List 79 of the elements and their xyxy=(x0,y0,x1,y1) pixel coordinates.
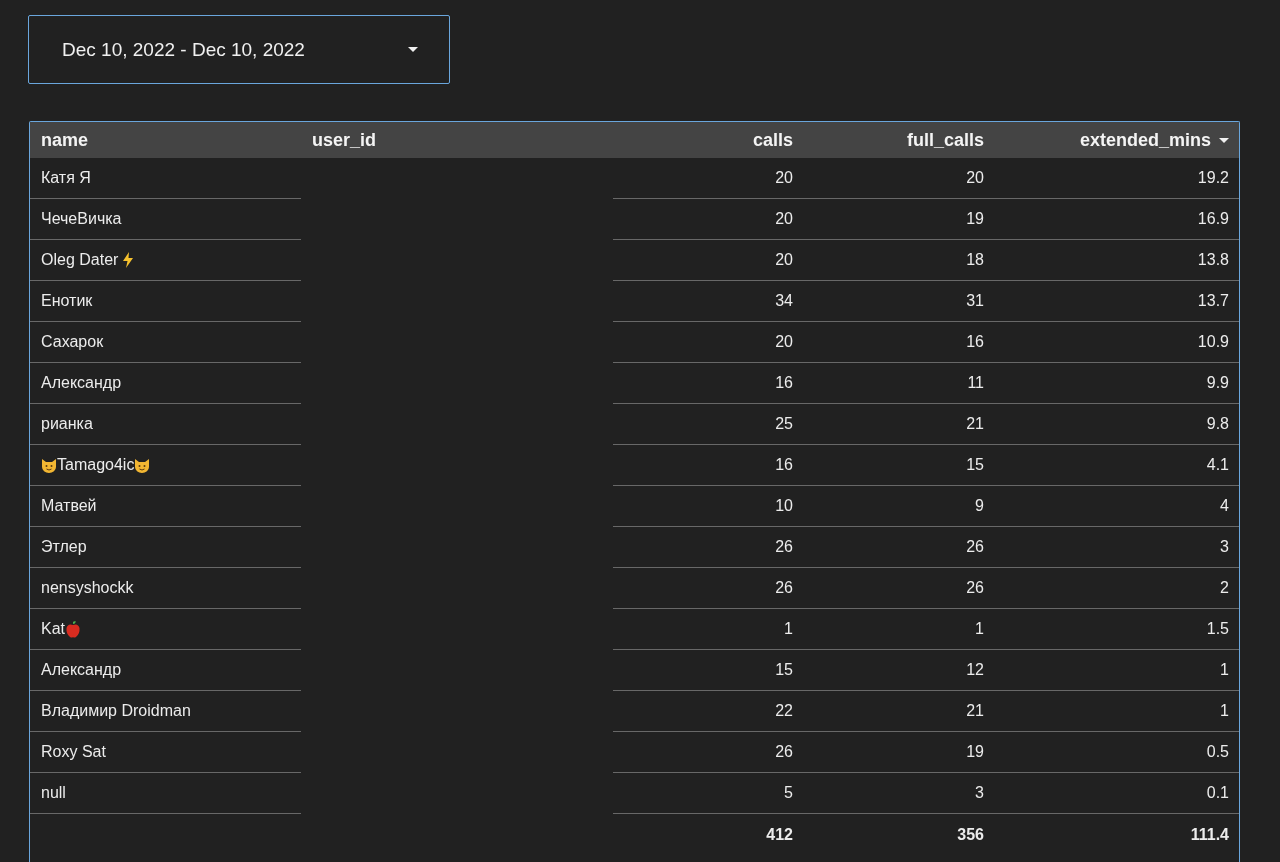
column-header[interactable]: full_calls xyxy=(906,129,984,151)
number-cell: 11 xyxy=(967,374,984,392)
number-cell: 9.9 xyxy=(1206,374,1229,392)
number-cell: 20 xyxy=(775,169,793,187)
number-cell: 1 xyxy=(1220,661,1229,679)
total-cell: 111.4 xyxy=(1190,825,1229,844)
column-header[interactable]: user_id xyxy=(312,129,377,151)
number-cell: 21 xyxy=(966,415,984,433)
name-cell: Roxy Sat xyxy=(41,743,106,761)
dropdown-caret-icon xyxy=(408,47,418,52)
number-cell: 13.8 xyxy=(1197,251,1229,269)
column-header[interactable]: name xyxy=(41,129,89,151)
number-cell: 9 xyxy=(975,497,984,515)
name-cell: Oleg Dater xyxy=(41,251,119,269)
number-cell: 1 xyxy=(784,620,793,638)
name-cell: Александр xyxy=(41,374,122,392)
number-cell: 0.1 xyxy=(1206,784,1229,802)
name-cell: Владимир Droidman xyxy=(41,702,191,720)
number-cell: 25 xyxy=(775,415,793,433)
number-cell: 1.5 xyxy=(1206,620,1229,638)
name-cell: Этлер xyxy=(41,538,87,556)
number-cell: 19 xyxy=(966,210,984,228)
number-cell: 12 xyxy=(966,661,984,679)
number-cell: 20 xyxy=(775,210,793,228)
number-cell: 26 xyxy=(966,538,984,556)
number-cell: 18 xyxy=(966,251,984,269)
total-cell: 356 xyxy=(957,825,984,844)
number-cell: 16 xyxy=(966,333,984,351)
number-cell: 31 xyxy=(966,292,984,310)
number-cell: 13.7 xyxy=(1197,292,1229,310)
name-cell: Александр xyxy=(41,661,122,679)
number-cell: 20 xyxy=(775,333,793,351)
total-cell: 412 xyxy=(766,825,793,844)
number-cell: 26 xyxy=(775,538,793,556)
number-cell: 3 xyxy=(1220,538,1229,556)
number-cell: 19.2 xyxy=(1197,169,1229,187)
number-cell: 10 xyxy=(775,497,793,515)
number-cell: 3 xyxy=(975,784,984,802)
number-cell: 15 xyxy=(966,456,984,474)
name-cell: Катя Я xyxy=(41,169,91,187)
cat-face-icon xyxy=(41,457,57,473)
number-cell: 9.8 xyxy=(1206,415,1229,433)
number-cell: 26 xyxy=(966,579,984,597)
name-cell: Kat xyxy=(41,620,65,638)
name-cell: Матвей xyxy=(41,497,97,515)
lightning-bolt-icon xyxy=(122,252,135,268)
number-cell: 16 xyxy=(775,456,793,474)
name-cell: null xyxy=(41,784,66,802)
number-cell: 15 xyxy=(775,661,793,679)
name-cell: ЧечеВичка xyxy=(41,210,122,228)
number-cell: 10.9 xyxy=(1197,333,1229,351)
cat-face-icon xyxy=(134,457,151,473)
name-cell: nensyshockk xyxy=(41,579,134,597)
number-cell: 16.9 xyxy=(1197,210,1229,228)
number-cell: 1 xyxy=(1220,702,1229,720)
number-cell: 34 xyxy=(775,292,793,310)
name-cell: Tamago4ic xyxy=(57,456,135,474)
number-cell: 26 xyxy=(775,579,793,597)
number-cell: 19 xyxy=(966,743,984,761)
number-cell: 4.1 xyxy=(1206,456,1229,474)
number-cell: 4 xyxy=(1220,497,1229,515)
number-cell: 5 xyxy=(784,784,793,802)
number-cell: 1 xyxy=(975,620,984,638)
apple-icon xyxy=(65,620,81,638)
column-header[interactable]: extended_mins xyxy=(1079,129,1211,151)
number-cell: 0.5 xyxy=(1206,743,1229,761)
number-cell: 22 xyxy=(775,702,793,720)
name-cell: рианка xyxy=(41,415,93,433)
date-range-picker[interactable]: Dec 10, 2022 - Dec 10, 2022 xyxy=(28,15,450,84)
name-cell: Сахарок xyxy=(41,333,104,351)
column-header[interactable]: calls xyxy=(752,129,793,151)
number-cell: 2 xyxy=(1220,579,1229,597)
number-cell: 16 xyxy=(775,374,793,392)
number-cell: 20 xyxy=(775,251,793,269)
number-cell: 20 xyxy=(966,169,984,187)
sort-descending-icon xyxy=(1219,137,1229,143)
number-cell: 21 xyxy=(966,702,984,720)
number-cell: 26 xyxy=(775,743,793,761)
name-cell: Енотик xyxy=(41,292,93,310)
